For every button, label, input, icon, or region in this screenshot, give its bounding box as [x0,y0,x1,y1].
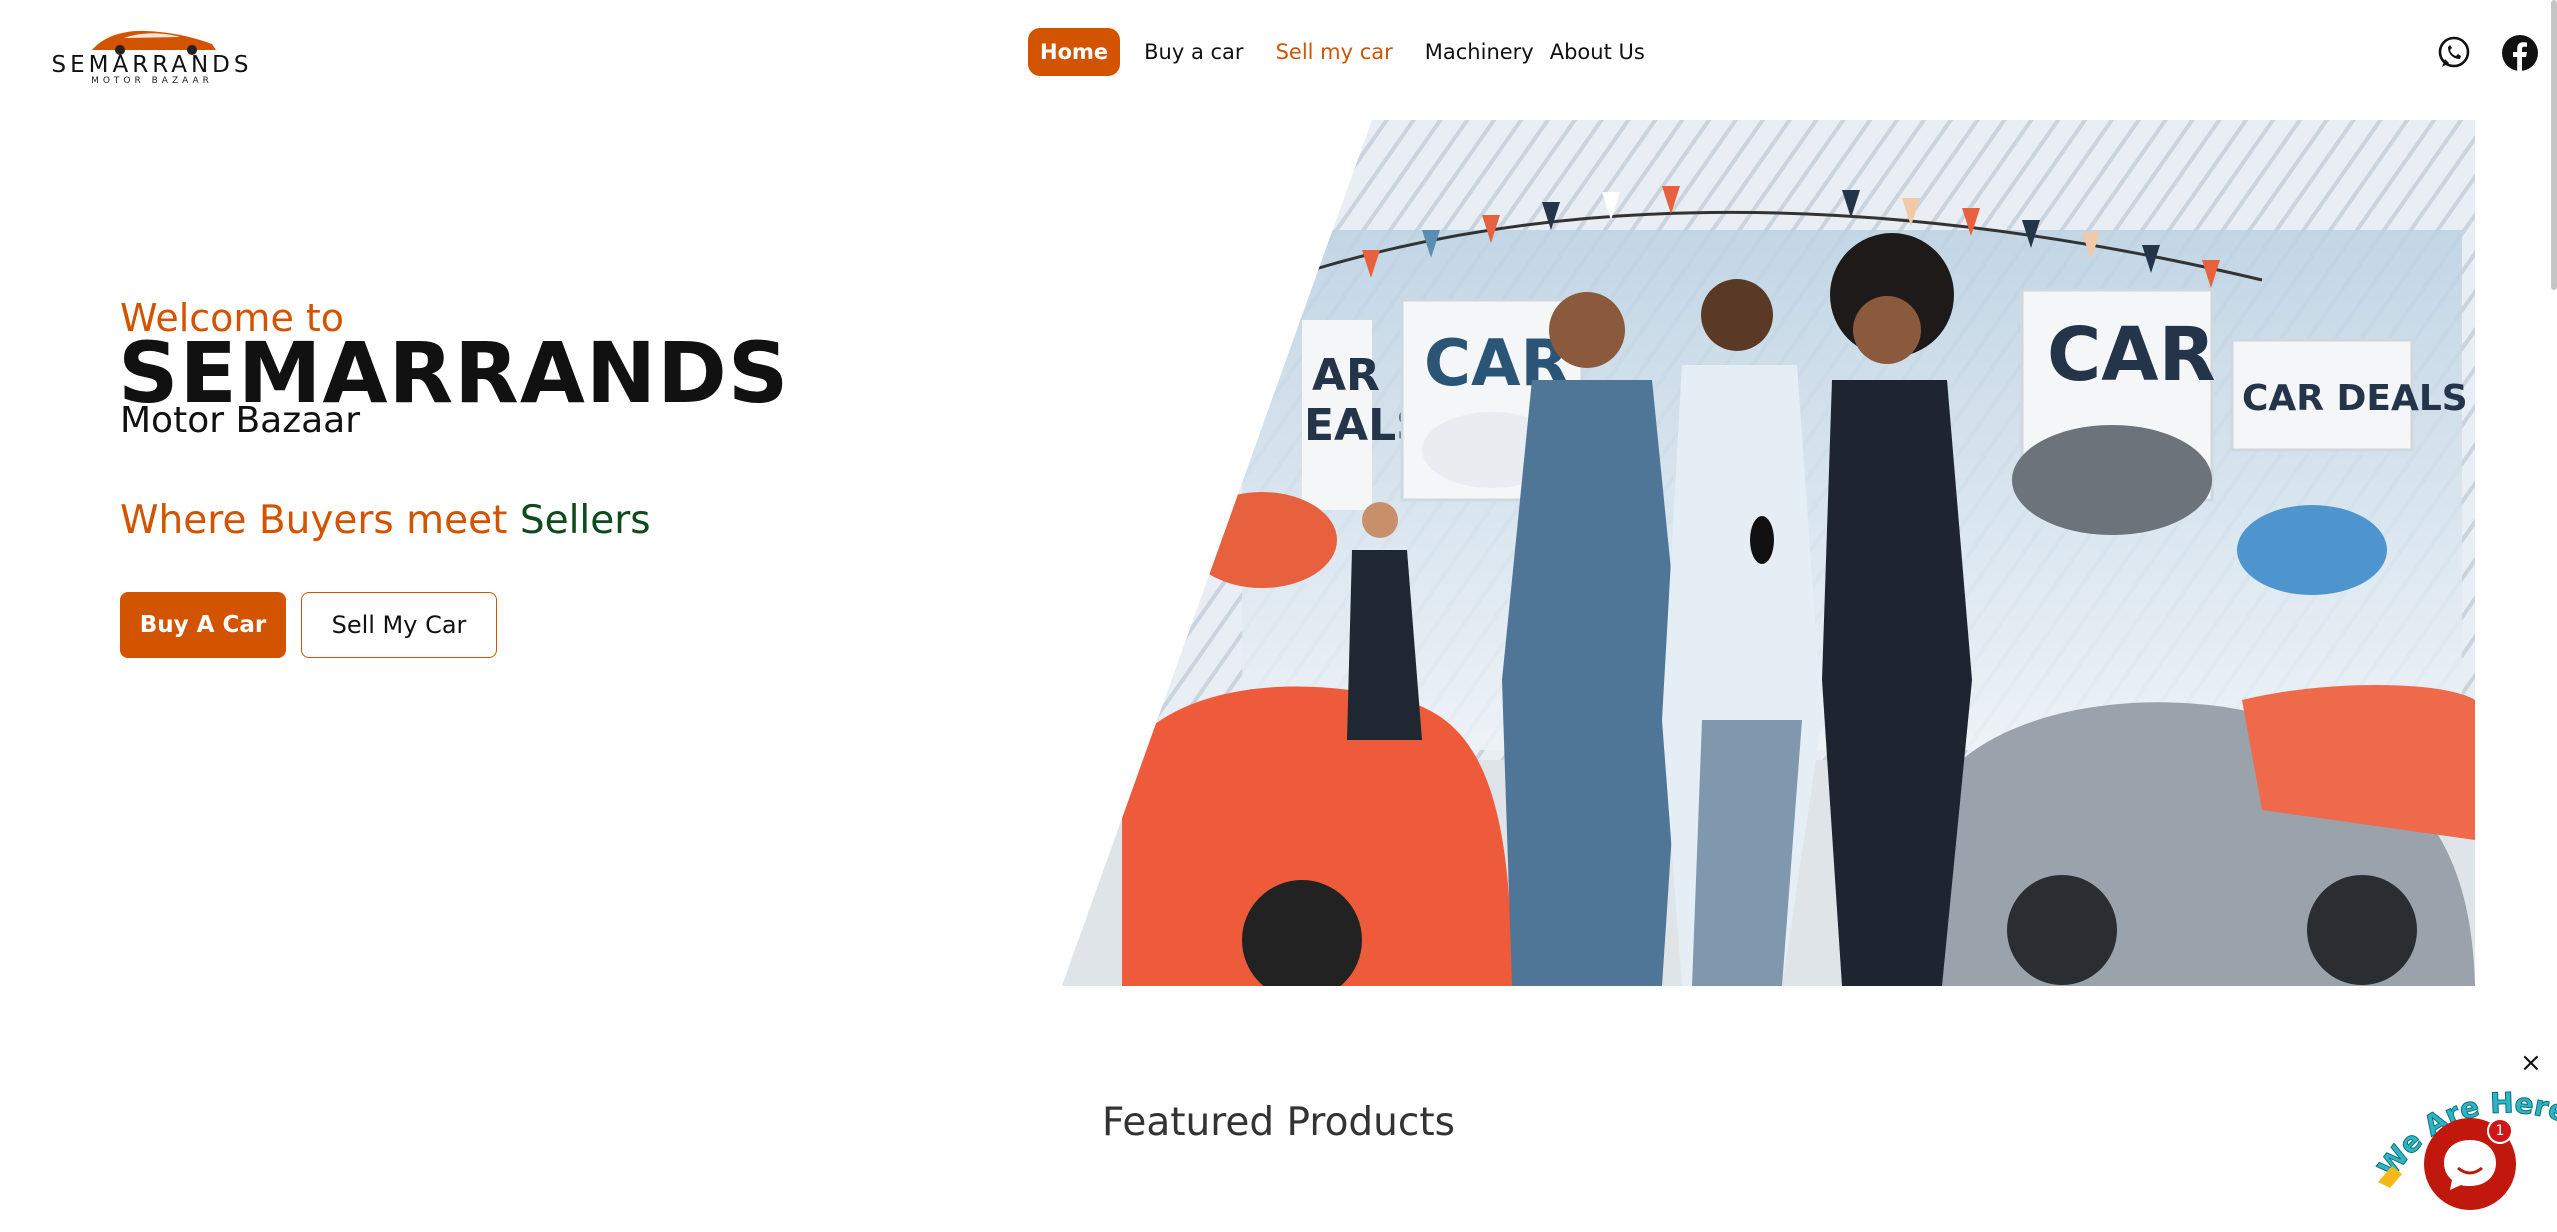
sign-car-deals: CAR DEALS [2242,378,2468,419]
nav-machinery[interactable]: Machinery [1413,28,1538,76]
facebook-icon[interactable] [2501,34,2539,72]
nav-sell-my-car[interactable]: Sell my car [1264,28,1405,76]
chat-unread-badge: 1 [2487,1118,2513,1144]
page-scrollbar[interactable] [2551,0,2557,290]
buy-a-car-button[interactable]: Buy A Car [120,592,286,658]
logo-subtitle: MOTOR BAZAAR [91,76,213,86]
featured-products-heading: Featured Products [1102,1100,1455,1145]
svg-text:AR: AR [1312,350,1380,401]
logo-wordmark: SEMARRANDS [51,52,253,78]
hero-illustration: AR EALS CAR CAR CAR DEALS [1062,120,2475,986]
chat-close-button[interactable]: × [2520,1048,2542,1078]
sell-my-car-button[interactable]: Sell My Car [301,592,497,658]
whatsapp-icon[interactable] [2435,34,2473,72]
site-logo[interactable]: SEMARRANDS MOTOR BAZAAR [42,26,262,86]
nav-about-us[interactable]: About Us [1538,28,1657,76]
hero-subtitle: Motor Bazaar [120,400,361,441]
nav-home[interactable]: Home [1028,28,1121,76]
nav-buy-a-car[interactable]: Buy a car [1132,28,1255,76]
sign-car-2: CAR [2047,312,2216,398]
hero-tagline: Where Buyers meet Sellers [120,498,651,543]
tagline-buyers: Where Buyers meet [120,498,520,543]
main-nav: Home Buy a car Sell my car Machinery Abo… [1028,28,1657,76]
tagline-sellers: Sellers [519,498,651,543]
